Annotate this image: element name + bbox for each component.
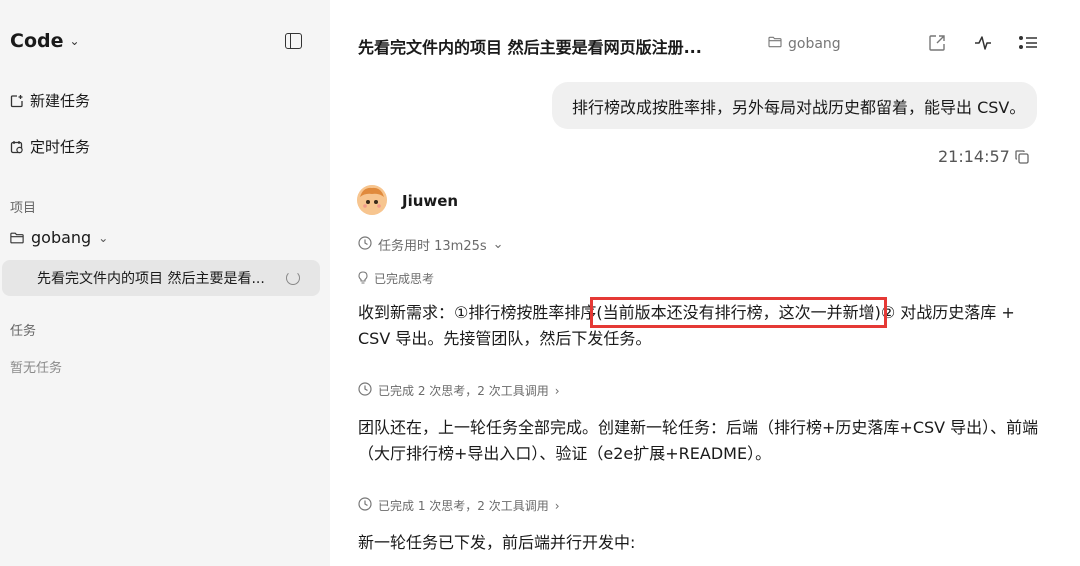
new-task-label: 新建任务: [30, 92, 91, 110]
new-task-button[interactable]: 新建任务: [10, 90, 90, 111]
scheduled-task-button[interactable]: 定时任务: [10, 136, 90, 157]
calendar-clock-icon: [10, 140, 24, 154]
main-panel: 先看完文件内的项目 然后主要是看网页版注册... gobang 排行榜改成按胜率…: [330, 0, 1080, 566]
app-title: Code: [10, 30, 64, 52]
lightbulb-icon: [358, 270, 368, 287]
agent-message-2: 团队还在，上一轮任务全部完成。创建新一轮任务：后端（排行榜+历史落库+CSV 导…: [358, 418, 1039, 463]
folder-icon: [10, 231, 24, 245]
task-list-icon[interactable]: [1017, 32, 1039, 54]
step-summary-1[interactable]: 已完成 2 次思考，2 次工具调用 ›: [358, 382, 560, 399]
loading-spinner-icon: [286, 271, 300, 285]
copy-icon[interactable]: [1014, 149, 1030, 165]
folder-chip[interactable]: gobang: [768, 36, 841, 52]
sidebar: Code ⌄ 新建任务 定时任务 项目 gobang ⌄ 先看完文件内的项目 然…: [0, 0, 330, 566]
chevron-right-icon: ›: [554, 498, 560, 513]
task-duration-toggle[interactable]: 任务用时 13m25s ⌄: [358, 235, 504, 254]
folder-icon: [768, 36, 782, 52]
chevron-down-icon: ⌄: [98, 230, 109, 245]
activity-icon[interactable]: [972, 32, 994, 54]
new-task-icon: [10, 94, 24, 108]
clock-icon: [358, 497, 372, 514]
step-summary-text: 已完成 1 次思考，2 次工具调用: [378, 499, 549, 513]
chevron-down-icon: ⌄: [492, 237, 504, 252]
step-summary-2[interactable]: 已完成 1 次思考，2 次工具调用 ›: [358, 497, 560, 514]
user-message-text: 排行榜改成按胜率排，另外每局对战历史都留着，能导出 CSV。: [572, 97, 1026, 117]
step-summary-text: 已完成 2 次思考，2 次工具调用: [378, 384, 549, 398]
agent-avatar: [357, 185, 387, 215]
chevron-right-icon: ›: [554, 383, 560, 398]
agent-name: Jiuwen: [402, 192, 459, 210]
sidebar-toggle-icon[interactable]: [285, 33, 302, 49]
tasks-label: 任务: [10, 324, 37, 339]
agent-message-1: 收到新需求：①排行榜按胜率排序(当前版本还没有排行榜，这次一并新增)② 对战历史…: [358, 297, 1048, 352]
highlighted-note: (当前版本还没有排行榜，这次一并新增): [590, 297, 887, 328]
project-name: gobang: [31, 228, 92, 247]
thinking-status-text: 已完成思考: [374, 272, 435, 286]
clock-icon: [358, 382, 372, 399]
tasks-empty-text: 暂无任务: [10, 361, 63, 376]
message-text: 收到新需求：①排行榜按胜率排序: [358, 303, 597, 322]
scheduled-task-label: 定时任务: [30, 138, 91, 156]
folder-name: gobang: [788, 36, 841, 52]
chevron-down-icon: ⌄: [69, 34, 80, 48]
external-link-icon[interactable]: [926, 32, 948, 54]
user-message-bubble: 排行榜改成按胜率排，另外每局对战历史都留着，能导出 CSV。: [552, 82, 1037, 129]
projects-label: 项目: [10, 201, 37, 216]
app-title-menu[interactable]: Code ⌄: [10, 30, 80, 52]
agent-message-3: 新一轮任务已下发，前后端并行开发中:: [358, 533, 636, 552]
sidebar-task-label: 先看完文件内的项目 然后主要是看...: [37, 271, 265, 287]
thinking-status: 已完成思考: [358, 270, 434, 287]
task-duration-text: 任务用时 13m25s: [378, 239, 487, 254]
project-gobang[interactable]: gobang ⌄: [10, 228, 108, 247]
message-timestamp: 21:14:57: [938, 147, 1010, 166]
clock-icon: [358, 235, 372, 254]
sidebar-task-item-selected[interactable]: 先看完文件内的项目 然后主要是看...: [2, 260, 320, 296]
page-title: 先看完文件内的项目 然后主要是看网页版注册...: [358, 38, 702, 57]
